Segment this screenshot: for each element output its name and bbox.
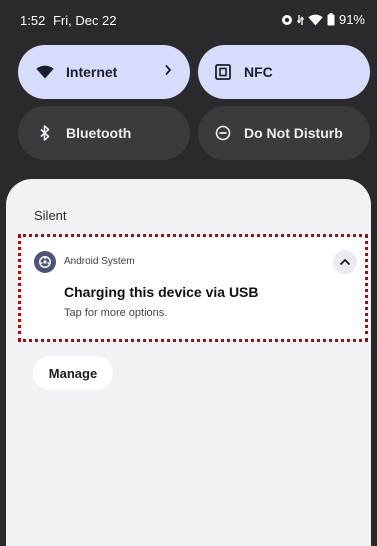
tile-bluetooth-label: Bluetooth bbox=[66, 125, 132, 141]
tile-do-not-disturb[interactable]: Do Not Disturb bbox=[198, 106, 370, 160]
wifi-signal-icon bbox=[308, 14, 323, 26]
notification-text: Tap for more options. bbox=[64, 307, 168, 319]
manage-button[interactable]: Manage bbox=[33, 356, 113, 390]
data-transfer-icon bbox=[296, 14, 304, 26]
tile-nfc-label: NFC bbox=[244, 64, 273, 80]
tile-internet-label: Internet bbox=[66, 64, 118, 80]
status-clock: 1:52 Fri, Dec 22 bbox=[20, 13, 117, 28]
tile-internet[interactable]: Internet bbox=[18, 45, 190, 99]
section-header-silent: Silent bbox=[34, 208, 67, 223]
status-time: 1:52 bbox=[20, 13, 46, 28]
nfc-icon bbox=[212, 61, 234, 83]
expand-button[interactable] bbox=[333, 250, 357, 274]
battery-icon bbox=[327, 13, 335, 26]
status-date: Fri, Dec 22 bbox=[52, 13, 117, 28]
status-bar: 1:52 Fri, Dec 22 91% bbox=[0, 0, 377, 40]
android-system-icon bbox=[34, 251, 56, 273]
notification-app-name: Android System bbox=[64, 256, 135, 267]
data-saver-icon bbox=[281, 14, 293, 26]
battery-percent: 91% bbox=[338, 12, 365, 27]
chevron-right-icon bbox=[164, 63, 172, 79]
bluetooth-icon bbox=[34, 122, 56, 144]
tile-bluetooth[interactable]: Bluetooth bbox=[18, 106, 190, 160]
do-not-disturb-icon bbox=[212, 122, 234, 144]
tile-nfc[interactable]: NFC bbox=[198, 45, 370, 99]
wifi-icon bbox=[34, 61, 56, 83]
status-icons: 91% bbox=[281, 12, 365, 27]
notification-title: Charging this device via USB bbox=[64, 284, 259, 300]
chevron-up-icon bbox=[339, 253, 351, 271]
tile-dnd-label: Do Not Disturb bbox=[244, 125, 343, 141]
